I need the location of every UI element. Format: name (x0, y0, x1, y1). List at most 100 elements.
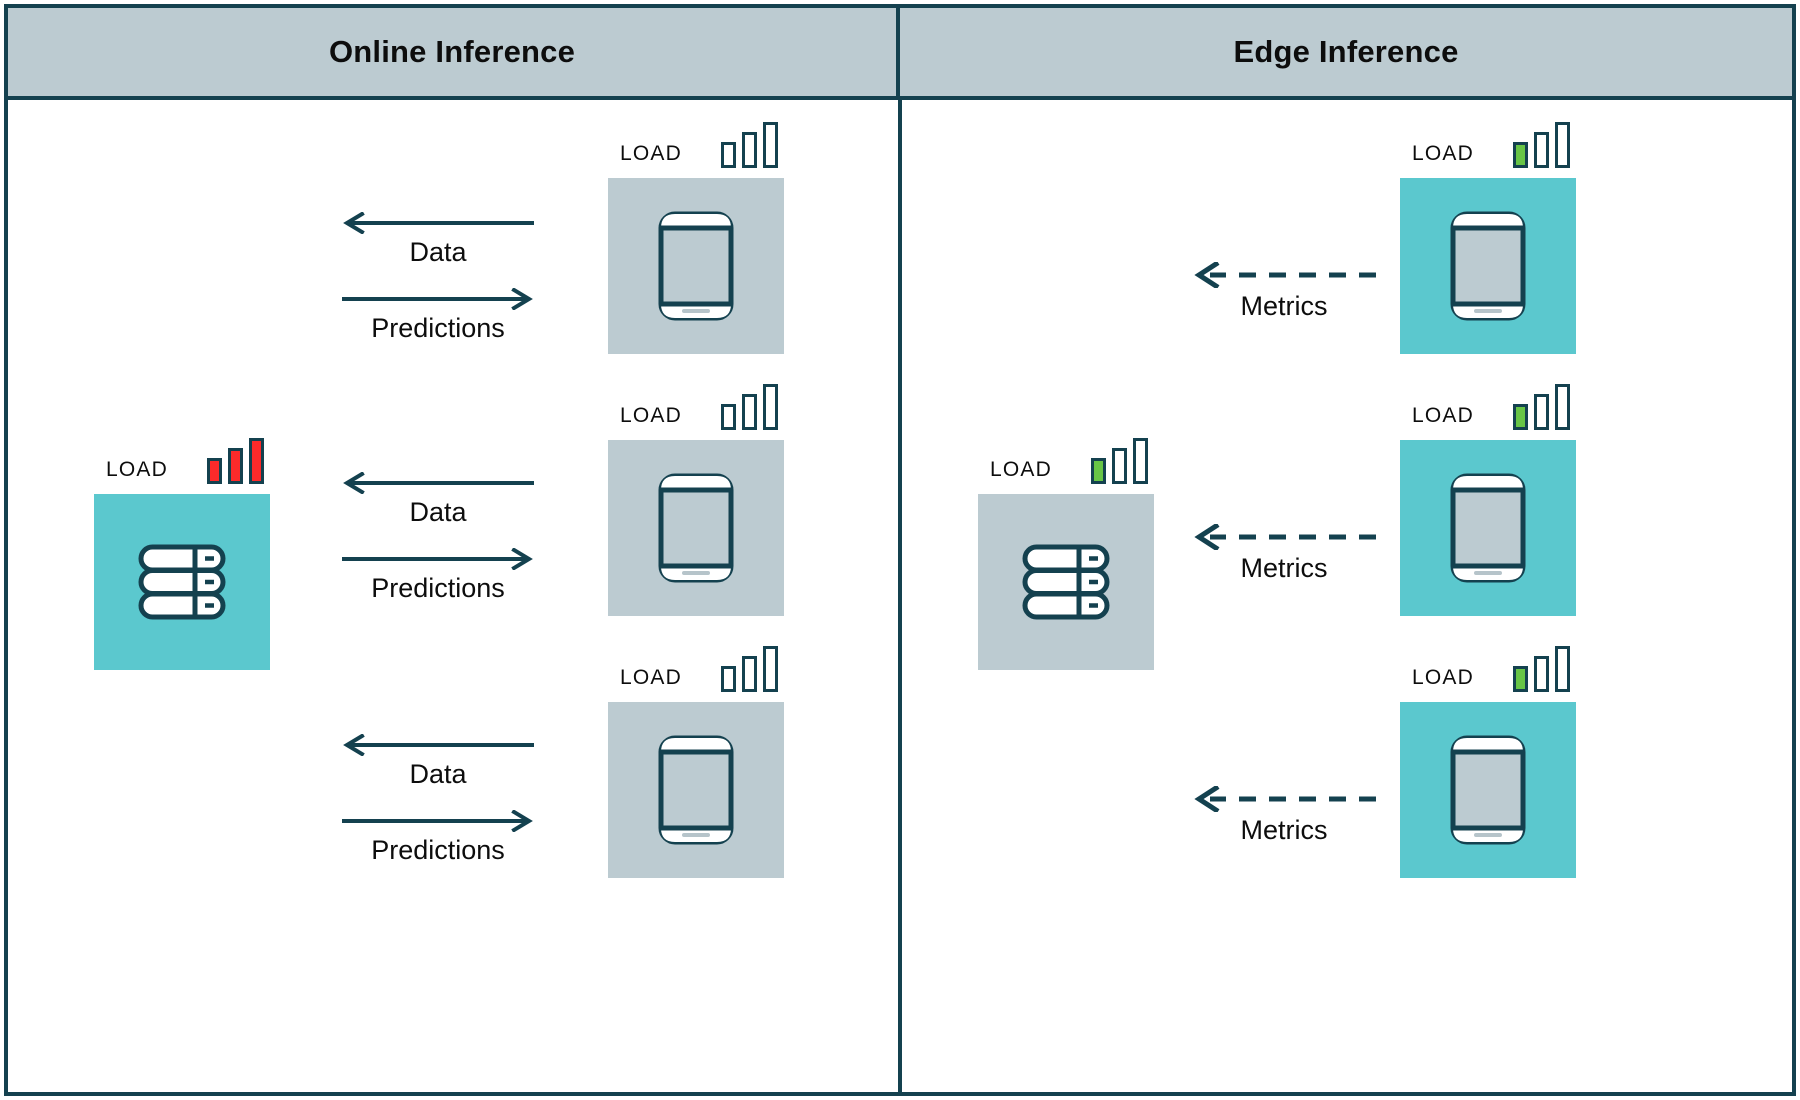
load-bar-2-icon (1534, 394, 1549, 430)
edge-device-1-node: LOAD (1400, 122, 1576, 354)
load-label: LOAD (620, 404, 682, 427)
online-device-1-load-indicator: LOAD (608, 122, 784, 168)
load-bar-3-icon (763, 384, 778, 430)
load-bar-1-icon (1513, 142, 1528, 168)
load-bars-icon (721, 646, 778, 692)
arrow-right-icon (342, 548, 533, 571)
arrow-right-icon (342, 288, 533, 311)
diagram-frame: Online Inference Edge Inference LOAD Dat… (4, 4, 1796, 1096)
panel-online-inference: LOAD Data Predictions Data Predictions D… (8, 100, 900, 1092)
online-flow-2-data: Data (338, 472, 538, 526)
edge-device-3-node: LOAD (1400, 646, 1576, 878)
load-bars-icon (1513, 646, 1570, 692)
load-bars-icon (1513, 384, 1570, 430)
online-flow-3-predictions: Predictions (338, 810, 538, 866)
load-label: LOAD (620, 666, 682, 689)
panel-title-edge: Edge Inference (1233, 34, 1459, 69)
load-label: LOAD (1412, 404, 1474, 427)
online-flow-1-predictions-label: Predictions (371, 313, 505, 344)
phone-icon (658, 211, 734, 321)
online-flow-1: Data Predictions (338, 212, 538, 343)
online-flow-1-predictions: Predictions (338, 288, 538, 344)
online-flow-3-data: Data (338, 734, 538, 788)
edge-flow-3: Metrics (1188, 786, 1380, 844)
edge-server-load-indicator: LOAD (978, 438, 1154, 484)
online-device-2-box (608, 440, 784, 616)
load-bar-3-icon (249, 438, 264, 484)
header-cell-online: Online Inference (8, 8, 900, 100)
online-flow-2-predictions: Predictions (338, 548, 538, 604)
edge-server-node: LOAD (978, 438, 1154, 670)
online-device-2-node: LOAD (608, 384, 784, 616)
online-device-2-load-indicator: LOAD (608, 384, 784, 430)
edge-server-box (978, 494, 1154, 670)
phone-icon (1450, 735, 1526, 845)
phone-icon (658, 473, 734, 583)
online-server-load-indicator: LOAD (94, 438, 270, 484)
load-label: LOAD (106, 458, 168, 481)
load-bar-2-icon (742, 656, 757, 692)
edge-flow-3-metrics: Metrics (1188, 786, 1380, 844)
load-bar-3-icon (1555, 384, 1570, 430)
load-bar-1-icon (1513, 666, 1528, 692)
edge-device-2-load-indicator: LOAD (1400, 384, 1576, 430)
edge-flow-1-metrics-label: Metrics (1240, 291, 1328, 321)
online-flow-3: Data Predictions (338, 734, 538, 865)
server-icon (1022, 544, 1110, 620)
load-bar-2-icon (1112, 448, 1127, 484)
arrow-left-dashed-icon (1194, 786, 1376, 812)
load-bar-2-icon (1534, 656, 1549, 692)
load-bar-2-icon (1534, 132, 1549, 168)
online-flow-3-data-label: Data (409, 759, 467, 789)
panel-edge-inference: LOAD Metrics Metrics Metrics LOAD LOAD L… (900, 100, 1792, 1092)
online-flow-3-predictions-label: Predictions (371, 835, 505, 866)
edge-device-3-box (1400, 702, 1576, 878)
arrow-right-icon (342, 810, 533, 833)
arrow-left-dashed-icon (1194, 262, 1376, 288)
online-flow-2-data-label: Data (409, 497, 467, 527)
edge-device-2-node: LOAD (1400, 384, 1576, 616)
load-bar-2-icon (742, 132, 757, 168)
arrow-left-icon (343, 212, 534, 234)
load-bar-3-icon (1555, 122, 1570, 168)
online-device-3-load-indicator: LOAD (608, 646, 784, 692)
load-bar-3-icon (1555, 646, 1570, 692)
load-bar-1-icon (721, 404, 736, 430)
phone-icon (658, 735, 734, 845)
load-label: LOAD (1412, 666, 1474, 689)
panel-title-online: Online Inference (328, 34, 576, 69)
arrow-left-dashed-icon (1194, 524, 1376, 550)
phone-icon (1450, 473, 1526, 583)
arrow-left-icon (343, 472, 534, 494)
load-label: LOAD (620, 142, 682, 165)
online-device-1-box (608, 178, 784, 354)
arrow-left-icon (343, 734, 534, 756)
online-device-1-node: LOAD (608, 122, 784, 354)
load-bar-1-icon (721, 666, 736, 692)
online-device-3-node: LOAD (608, 646, 784, 878)
diagram-root: Online Inference Edge Inference LOAD Dat… (0, 0, 1800, 1100)
edge-flow-1-metrics: Metrics (1188, 262, 1380, 320)
phone-icon (1450, 211, 1526, 321)
server-icon (138, 544, 226, 620)
load-bar-1-icon (1091, 458, 1106, 484)
edge-device-1-load-indicator: LOAD (1400, 122, 1576, 168)
load-bar-3-icon (1133, 438, 1148, 484)
load-bar-3-icon (763, 122, 778, 168)
load-bar-1-icon (1513, 404, 1528, 430)
edge-flow-1: Metrics (1188, 262, 1380, 320)
edge-flow-2-metrics-label: Metrics (1240, 553, 1328, 583)
load-bars-icon (1513, 122, 1570, 168)
online-flow-2: Data Predictions (338, 472, 538, 603)
online-device-3-box (608, 702, 784, 878)
edge-device-3-load-indicator: LOAD (1400, 646, 1576, 692)
load-bars-icon (721, 122, 778, 168)
load-label: LOAD (1412, 142, 1474, 165)
load-bars-icon (207, 438, 264, 484)
load-bars-icon (1091, 438, 1148, 484)
load-bar-2-icon (742, 394, 757, 430)
edge-flow-3-metrics-label: Metrics (1240, 815, 1328, 845)
online-flow-2-predictions-label: Predictions (371, 573, 505, 604)
online-flow-1-data: Data (338, 212, 538, 266)
online-flow-1-data-label: Data (409, 237, 467, 267)
